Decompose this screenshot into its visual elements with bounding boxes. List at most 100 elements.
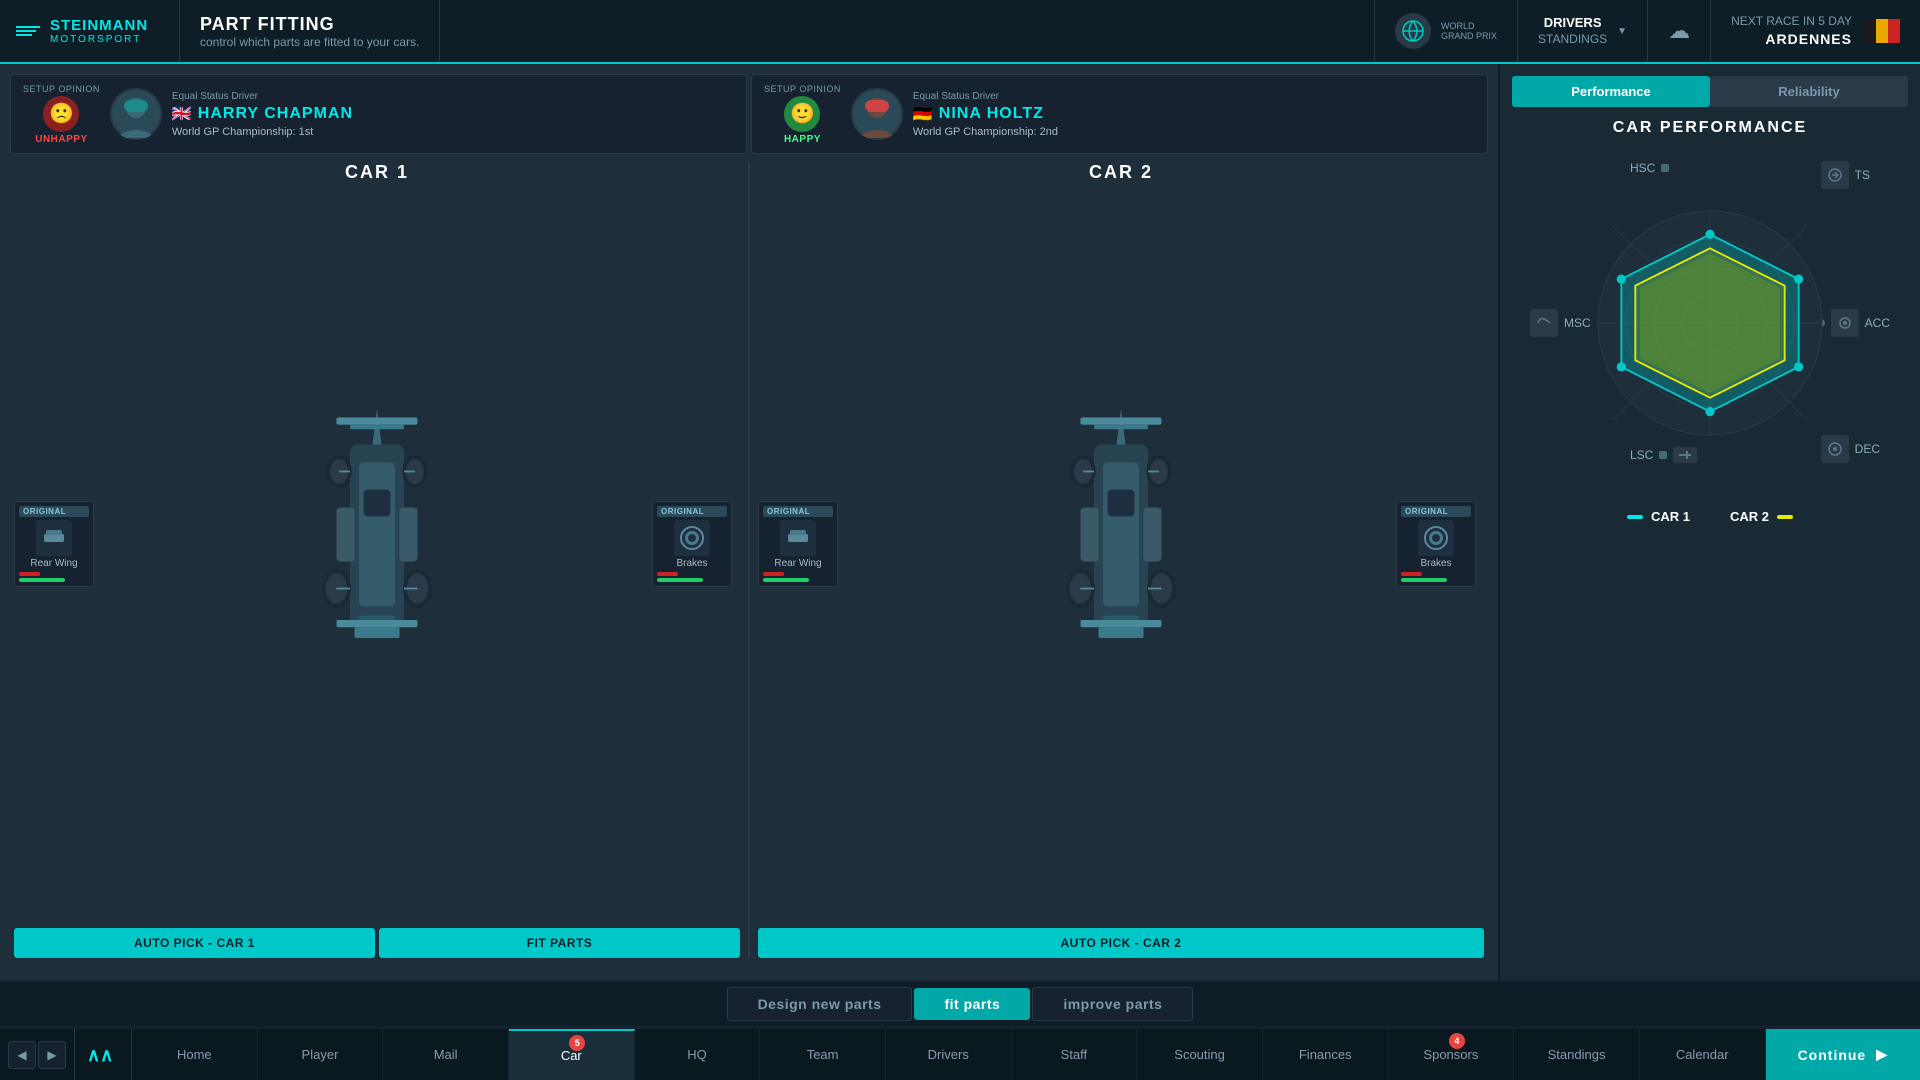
- weather-icon: ☁: [1668, 18, 1690, 44]
- nav-drivers-label: Drivers: [928, 1047, 969, 1062]
- legend-car2-dot: [1777, 515, 1793, 519]
- topbar: STEINMANN MOTORSPORT PART FITTING contro…: [0, 0, 1920, 64]
- tab-reliability[interactable]: Reliability: [1710, 76, 1908, 107]
- continue-label: Continue: [1798, 1047, 1867, 1063]
- nav-home-label: Home: [177, 1047, 212, 1062]
- nav-calendar-label: Calendar: [1676, 1047, 1729, 1062]
- nav-scouting[interactable]: Scouting: [1137, 1029, 1263, 1080]
- nav-hq[interactable]: HQ: [635, 1029, 761, 1080]
- car2-rear-wing-icon: [780, 520, 816, 556]
- continue-button[interactable]: Continue ▶: [1766, 1029, 1920, 1080]
- legend-car1-label: CAR 1: [1651, 509, 1690, 524]
- car2-flag-name: 🇩🇪 NINA HOLTZ: [913, 104, 1475, 124]
- radar-svg: [1570, 183, 1850, 463]
- car2-avatar: [851, 88, 903, 140]
- car1-vis: ORIGINAL Front Wing OR: [14, 189, 740, 958]
- car1-diagram: [287, 189, 467, 898]
- car1-brakes-bar-red: [657, 572, 678, 576]
- page-subtitle: control which parts are fitted to your c…: [200, 35, 419, 49]
- nav-drivers[interactable]: Drivers: [886, 1029, 1012, 1080]
- nav-finances[interactable]: Finances: [1263, 1029, 1389, 1080]
- car2-driver-card: SETUP OPINION 🙂 HAPPY Equal Status Drive…: [751, 74, 1488, 154]
- nav-player[interactable]: Player: [258, 1029, 384, 1080]
- nav-arrows: ◀ ▶: [0, 1029, 75, 1080]
- car1-rear-wing-bars: [19, 572, 89, 582]
- nav-calendar[interactable]: Calendar: [1640, 1029, 1766, 1080]
- next-race-text: NEXT RACE IN 5 DAY ARDENNES: [1731, 13, 1852, 49]
- nav-mail-label: Mail: [434, 1047, 458, 1062]
- nav-next-button[interactable]: ▶: [38, 1041, 66, 1069]
- car1-rear-wing-badge: ORIGINAL: [19, 506, 89, 517]
- car2-brakes-bar-green: [1401, 578, 1447, 582]
- hsc-label: HSC: [1630, 161, 1669, 175]
- car2-driver-ranking: World GP Championship: 2nd: [913, 126, 1475, 138]
- car2-rear-wing-name: Rear Wing: [763, 558, 833, 569]
- radar-chart: HSC TS MSC ACC: [1520, 153, 1900, 493]
- drivers-standings-button[interactable]: DRIVERS STANDINGS ▼: [1517, 0, 1647, 62]
- drivers-row: SETUP OPINION 🙁 UNHAPPY Equal Status Dri…: [10, 74, 1488, 154]
- car2-auto-pick-button[interactable]: Auto Pick - Car 2: [758, 928, 1484, 958]
- page-title-area: PART FITTING control which parts are fit…: [180, 0, 440, 62]
- tab-fit-parts[interactable]: fit parts: [914, 988, 1030, 1020]
- car2-actions: Auto Pick - Car 2: [758, 928, 1484, 958]
- car2-status-face: 🙂: [784, 96, 820, 132]
- weather-button[interactable]: ☁: [1647, 0, 1710, 62]
- right-panel: Performance Reliability CAR PERFORMANCE …: [1500, 64, 1920, 980]
- car2-rear-wing-bar-red: [763, 572, 784, 576]
- car2-brakes-card[interactable]: ORIGINAL Brakes: [1396, 501, 1476, 587]
- car1-flag-icon: 🇬🇧: [172, 104, 192, 124]
- bottom-nav: ◀ ▶ ∧∧ Home Player Mail Car 5 HQ Team Dr…: [0, 1028, 1920, 1080]
- car1-brakes-bar-green: [657, 578, 703, 582]
- car1-brakes-card[interactable]: ORIGINAL Brakes: [652, 501, 732, 587]
- page-title: PART FITTING: [200, 14, 419, 35]
- logo-name: STEINMANN: [50, 17, 148, 34]
- nav-sponsors[interactable]: Sponsors 4: [1389, 1029, 1515, 1080]
- car2-driver-info: Equal Status Driver 🇩🇪 NINA HOLTZ World …: [913, 91, 1475, 138]
- car1-area: CAR 1 ORIGINAL Front Wing: [10, 162, 744, 958]
- car1-brakes-badge: ORIGINAL: [657, 506, 727, 517]
- car1-driver-ranking: World GP Championship: 1st: [172, 126, 734, 138]
- nav-prev-button[interactable]: ◀: [8, 1041, 36, 1069]
- car1-rear-wing-card[interactable]: ORIGINAL Rear Wing: [14, 501, 94, 587]
- car1-auto-pick-button[interactable]: Auto Pick - Car 1: [14, 928, 375, 958]
- car1-status-face: 🙁: [43, 96, 79, 132]
- nav-car-badge: 5: [569, 1035, 585, 1051]
- next-race-button[interactable]: NEXT RACE IN 5 DAY ARDENNES: [1710, 0, 1920, 62]
- car1-brakes-bars: [657, 572, 727, 582]
- fit-parts-button[interactable]: Fit Parts: [379, 928, 740, 958]
- car1-driver-type: Equal Status Driver: [172, 91, 734, 102]
- world-gp-icon: [1395, 13, 1431, 49]
- nav-standings[interactable]: Standings: [1514, 1029, 1640, 1080]
- dropdown-arrow-icon: ▼: [1617, 26, 1627, 37]
- cars-panel: SETUP OPINION 🙁 UNHAPPY Equal Status Dri…: [0, 64, 1500, 980]
- car1-driver-card: SETUP OPINION 🙁 UNHAPPY Equal Status Dri…: [10, 74, 747, 154]
- topbar-right: WORLD GRAND PRIX DRIVERS STANDINGS ▼ ☁ N…: [1374, 0, 1920, 62]
- nav-scouting-label: Scouting: [1174, 1047, 1225, 1062]
- car2-flag-icon: 🇩🇪: [913, 104, 933, 124]
- bottom-tabs: Design new parts fit parts improve parts: [0, 980, 1920, 1028]
- car2-status-col: SETUP OPINION 🙂 HAPPY: [764, 84, 841, 145]
- nav-home[interactable]: Home: [132, 1029, 258, 1080]
- nav-mail[interactable]: Mail: [383, 1029, 509, 1080]
- tab-improve-parts[interactable]: improve parts: [1032, 987, 1193, 1021]
- car2-brakes-bar-red: [1401, 572, 1422, 576]
- nav-staff-label: Staff: [1061, 1047, 1088, 1062]
- car2-label: CAR 2: [1089, 162, 1153, 183]
- nav-team[interactable]: Team: [760, 1029, 886, 1080]
- car1-rear-wing-bar-green: [19, 578, 65, 582]
- nav-car[interactable]: Car 5: [509, 1029, 635, 1080]
- drivers-standings-label: DRIVERS STANDINGS: [1538, 15, 1607, 47]
- car1-rear-wing-name: Rear Wing: [19, 558, 89, 569]
- car2-rear-wing-card[interactable]: ORIGINAL Rear Wing: [758, 501, 838, 587]
- car2-brakes-bars: [1401, 572, 1471, 582]
- nav-team-label: Team: [807, 1047, 839, 1062]
- car1-flag-name: 🇬🇧 HARRY CHAPMAN: [172, 104, 734, 124]
- tab-design-new-parts[interactable]: Design new parts: [727, 987, 913, 1021]
- world-gp-button[interactable]: WORLD GRAND PRIX: [1374, 0, 1517, 62]
- car2-brakes-name: Brakes: [1401, 558, 1471, 569]
- car1-rear-wing-bar-red: [19, 572, 40, 576]
- nav-staff[interactable]: Staff: [1012, 1029, 1138, 1080]
- car1-avatar: [110, 88, 162, 140]
- cars-area: CAR 1 ORIGINAL Front Wing: [10, 162, 1488, 958]
- tab-performance[interactable]: Performance: [1512, 76, 1710, 107]
